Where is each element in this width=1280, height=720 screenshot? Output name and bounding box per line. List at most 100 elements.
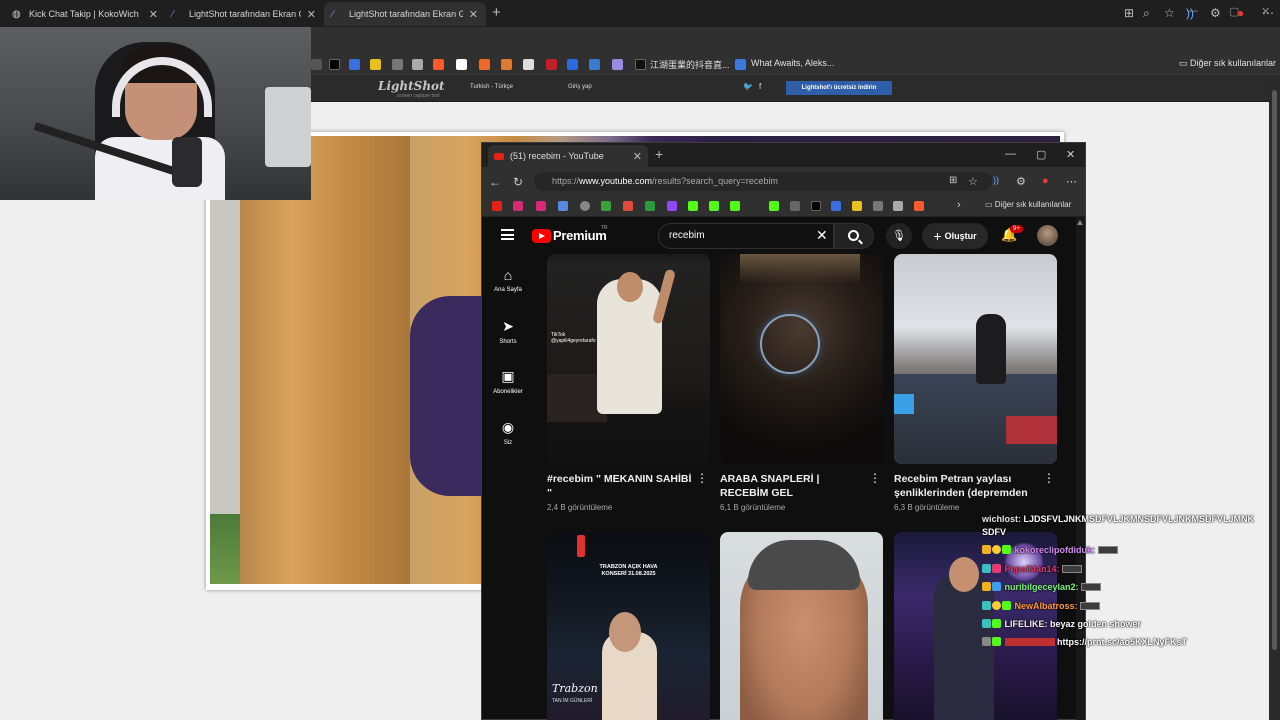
- sidebar-item-home[interactable]: ⌂ Ana Sayfa: [486, 267, 530, 293]
- chat-message: LIFELIKE: beyaz golden shower: [982, 619, 1141, 629]
- sidebar-item-you[interactable]: ◉ Siz: [486, 419, 530, 446]
- profile-icon[interactable]: ●: [1237, 6, 1244, 20]
- more-options-icon[interactable]: ⋮: [696, 472, 708, 484]
- video-card[interactable]: [720, 532, 883, 720]
- video-thumbnail[interactable]: [720, 254, 883, 464]
- bookmark-icon[interactable]: [392, 59, 403, 70]
- chat-username: wichlost:: [982, 514, 1022, 524]
- video-card[interactable]: ARABA SNAPLERİ | RECEBİM GEL 6,1 B görün…: [720, 254, 883, 512]
- bookmark-icon[interactable]: [479, 59, 490, 70]
- download-lightshot-button[interactable]: Lightshot'ı ücretsiz indirin: [786, 81, 892, 95]
- video-thumbnail[interactable]: TikTok @yapili4geyretarafo: [547, 254, 710, 464]
- youtube-premium-logo[interactable]: Premium: [553, 228, 607, 243]
- video-title[interactable]: Recebim Petran yaylası şenliklerinden (d…: [894, 472, 1057, 500]
- close-tab-icon[interactable]: ✕: [307, 8, 316, 21]
- bookmark-what-awaits[interactable]: What Awaits, Aleks...: [751, 58, 834, 68]
- chat-text: beyaz golden shower: [1050, 619, 1142, 629]
- other-favorites-folder[interactable]: ▭ Diğer sık kullanılanlar: [1179, 58, 1276, 69]
- emote-icon: [1097, 546, 1118, 554]
- video-card[interactable]: TRABZON AÇIK HAVA KONSERİ 31.08.2025 Tra…: [547, 532, 710, 720]
- youtube-page: Premium TR recebim ✕ 🎙 + Oluştur 🔔 9+ ⌂ An…: [482, 143, 1085, 720]
- scrollbar-thumb[interactable]: [1272, 90, 1277, 650]
- screen: ◍ Kick Chat Takip | KokoWich ✕ ∕ LightSh…: [0, 0, 1280, 720]
- bookmark-icon[interactable]: [612, 59, 623, 70]
- video-thumbnail[interactable]: [894, 254, 1057, 464]
- reddit-icon[interactable]: [433, 59, 444, 70]
- bookmark-icon[interactable]: [523, 59, 534, 70]
- close-tab-icon[interactable]: ✕: [469, 8, 478, 21]
- bookmark-icon[interactable]: [311, 59, 322, 70]
- create-button[interactable]: + Oluştur: [922, 223, 988, 249]
- youtube-logo-icon[interactable]: [532, 229, 551, 243]
- chat-text: LJDSFVLJNKMSDFVLJKMNSDFVLJNKMSDFVLJMNK: [1023, 514, 1255, 524]
- thumbnail-subtitle: TAN İM GÜNLERİ: [552, 698, 593, 704]
- bookmark-icon[interactable]: [546, 59, 557, 70]
- more-options-icon[interactable]: ⋮: [1043, 472, 1055, 484]
- bookmark-icon[interactable]: [456, 59, 467, 70]
- kick-badge-icon: [992, 637, 1001, 646]
- video-thumbnail[interactable]: [720, 532, 883, 720]
- moderator-badge-icon: [982, 619, 991, 628]
- kick-badge-icon: [1002, 601, 1011, 610]
- voice-search-icon[interactable]: 🎙: [886, 223, 912, 249]
- language-selector[interactable]: Turkish - Türkçe: [470, 84, 513, 90]
- plus-icon: +: [933, 228, 942, 244]
- x-icon[interactable]: [329, 59, 340, 70]
- zoom-icon[interactable]: ⌕: [1143, 6, 1150, 21]
- page-scrollbar[interactable]: [1269, 75, 1280, 720]
- chat-message: https://prnt.sc/ao5KXLNyFKsT: [982, 637, 1187, 647]
- close-tab-icon[interactable]: ✕: [149, 8, 158, 21]
- more-icon[interactable]: ⋯: [1262, 6, 1274, 20]
- sidebar-item-shorts[interactable]: ➤ Shorts: [486, 318, 530, 345]
- video-title[interactable]: #recebim " MEKANIN SAHİBİ ": [547, 472, 710, 500]
- search-input[interactable]: recebim: [658, 223, 834, 249]
- video-card[interactable]: TikTok @yapili4geyretarafo #recebim " ME…: [547, 254, 710, 512]
- search-button[interactable]: [834, 223, 874, 249]
- video-thumbnail[interactable]: TRABZON AÇIK HAVA KONSERİ 31.08.2025 Tra…: [547, 532, 710, 720]
- twitter-icon[interactable]: 🐦: [743, 82, 753, 91]
- hair: [748, 540, 860, 590]
- video-card[interactable]: Recebim Petran yaylası şenliklerinden (d…: [894, 254, 1057, 512]
- gem-badge-icon: [992, 582, 1001, 591]
- tab-lightshot-1[interactable]: ∕ LightShot tarafından Ekran Görünt ✕: [164, 2, 324, 26]
- feather-icon: ∕: [332, 8, 334, 20]
- chat-message: wichlost: LJDSFVLJNKMSDFVLJKMNSDFVLJNKMS…: [982, 514, 1254, 524]
- feather-icon: ∕: [172, 8, 174, 20]
- tab-kick-chat[interactable]: ◍ Kick Chat Takip | KokoWich ✕: [4, 2, 166, 26]
- bookmark-icon[interactable]: [501, 59, 512, 70]
- hamburger-menu-icon[interactable]: [501, 229, 514, 240]
- performer-head: [617, 272, 643, 302]
- sidebar-item-subscriptions[interactable]: ▣ Abonelikler: [486, 368, 530, 395]
- subscriptions-icon: ▣: [501, 368, 515, 384]
- clear-search-icon[interactable]: ✕: [816, 227, 828, 244]
- lightshot-logo[interactable]: LightShot: [378, 79, 445, 93]
- region-code: TR: [601, 225, 608, 231]
- more-options-icon[interactable]: ⋮: [869, 472, 881, 484]
- tiktok-icon[interactable]: [635, 59, 646, 70]
- extensions-icon[interactable]: ⚙: [1210, 6, 1221, 20]
- sub-badge-icon: [992, 601, 1001, 610]
- bookmark-icon[interactable]: [370, 59, 381, 70]
- tab-lightshot-2[interactable]: ∕ LightShot tarafından Ekran Görünt ✕: [324, 2, 486, 26]
- bookmark-chinese[interactable]: 江湖蛋業的抖音直...: [650, 58, 730, 71]
- bookmark-icon[interactable]: [589, 59, 600, 70]
- favorite-star-icon[interactable]: ☆: [1164, 6, 1175, 20]
- facebook-icon[interactable]: f: [759, 82, 761, 91]
- bookmark-icon[interactable]: [349, 59, 360, 70]
- bookmark-icon[interactable]: [412, 59, 423, 70]
- scroll-up-icon[interactable]: [1077, 220, 1083, 225]
- read-aloud-icon[interactable]: )): [1186, 6, 1194, 20]
- apps-icon[interactable]: ⊞: [1124, 6, 1134, 20]
- login-link[interactable]: Giriş yap: [568, 84, 592, 90]
- bookmark-icon[interactable]: [735, 59, 746, 70]
- tunnel-light: [740, 254, 860, 284]
- video-title[interactable]: ARABA SNAPLERİ | RECEBİM GEL: [720, 472, 883, 500]
- avatar[interactable]: [1037, 225, 1058, 246]
- bookmark-icon[interactable]: [567, 59, 578, 70]
- singer-head: [609, 612, 641, 652]
- globe-icon: ◍: [12, 8, 21, 20]
- purple-object: [410, 296, 490, 496]
- crown-badge-icon: [982, 582, 991, 591]
- chat-text: https://prnt.sc/ao5KXLNyFKsT: [1057, 637, 1188, 647]
- new-tab-icon[interactable]: +: [492, 4, 501, 21]
